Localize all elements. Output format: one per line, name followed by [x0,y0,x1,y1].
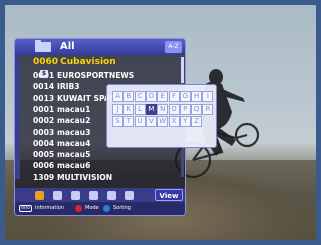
channel-number: 0001 [33,104,55,114]
key-a[interactable]: A [112,91,123,102]
key-e[interactable]: E [157,91,169,102]
channel-name: IRIB3 [57,82,80,92]
key-i[interactable]: I [202,91,214,102]
key-v[interactable]: V [145,116,157,127]
tv-folder-icon[interactable] [35,191,44,200]
channel-number: 0004 [33,138,55,148]
key-f[interactable]: F [168,91,180,102]
scrollbar-thumb[interactable] [181,57,184,83]
red-button-icon[interactable] [75,205,82,212]
channel-number: 0060 [33,57,59,67]
edit-icon[interactable] [89,191,98,200]
channel-number: 0003 [33,127,55,137]
info-bar: Info Information Mode Sorting [15,202,185,215]
lock-icon[interactable] [107,191,116,200]
key-j[interactable]: J [112,103,123,115]
channel-row[interactable]: $0001EUROSPORTNEWS [33,70,134,81]
key-b[interactable]: B [123,91,135,102]
key-p[interactable]: P [179,103,191,115]
channel-number: 0002 [33,116,55,126]
alphabet-keyboard: ABCDEFGHI JKLMNOPQR STUVWXYZ [106,84,217,148]
key-g[interactable]: G [179,91,191,102]
rename-icon[interactable] [125,191,134,200]
channel-row[interactable]: 1309 MULTIVISION [33,172,112,183]
channel-row[interactable]: 0002 macau2 [33,115,90,126]
channel-number: 0005 [33,150,55,160]
channel-name: macau1 [57,104,91,114]
scrambled-icon: $ [40,70,48,78]
key-c[interactable]: C [134,91,146,102]
move-icon[interactable] [71,191,80,200]
channel-number: 1309 [33,172,55,182]
group-title: All [60,41,75,52]
channel-name: macau3 [57,127,91,137]
key-m[interactable]: M [145,103,157,115]
channel-name: MULTIVISION [57,172,113,182]
folder-icon [35,40,51,52]
channel-name: macau6 [57,161,91,171]
key-q[interactable]: Q [191,103,203,115]
channel-row-selected[interactable]: 0060 Cubavision [33,57,116,68]
channel-row[interactable]: 0014 IRIB3 [33,81,80,92]
channel-row[interactable]: 0005 macau5 [33,149,90,160]
key-y[interactable]: Y [179,116,191,127]
panel-header: All A-Z [15,39,185,55]
key-d[interactable]: D [145,91,157,102]
channel-row[interactable]: 0006 macau6 [33,160,90,171]
trash-icon[interactable] [53,191,62,200]
blue-button-icon[interactable] [103,205,110,212]
action-toolbar: View [15,188,185,202]
channel-name: macau2 [57,116,91,126]
key-z[interactable]: Z [191,116,203,127]
key-n[interactable]: N [157,103,169,115]
channel-name: Cubavision [60,57,116,67]
key-l[interactable]: L [134,103,146,115]
channel-number: 0006 [33,161,55,171]
channel-name: macau4 [57,138,91,148]
key-t[interactable]: T [123,116,135,127]
key-r[interactable]: R [202,103,214,115]
list-left-bar [15,55,20,179]
sorting-label: Sorting [113,205,131,211]
key-k[interactable]: K [123,103,135,115]
info-button-icon[interactable]: Info [19,205,32,212]
key-h[interactable]: H [191,91,203,102]
channel-name: EUROSPORTNEWS [57,71,135,80]
key-s[interactable]: S [112,116,123,127]
view-button[interactable]: View [155,189,183,201]
key-x[interactable]: X [168,116,180,127]
channel-row[interactable]: 0004 macau4 [33,138,90,149]
information-label: Information [35,205,64,211]
key-u[interactable]: U [134,116,146,127]
channel-name: macau5 [57,150,91,160]
channel-number: 0014 [33,82,55,92]
key-w[interactable]: W [157,116,169,127]
key-o[interactable]: O [168,103,180,115]
mode-label: Mode [85,205,99,211]
channel-number: 0013 [33,93,55,103]
channel-row[interactable]: 0003 macau3 [33,127,90,138]
az-sort-button[interactable]: A-Z [165,41,182,53]
tv-screen: All A-Z 0060 Cubavision $0001EUROSPORTNE… [0,0,321,245]
channel-row[interactable]: 0001 macau1 [33,104,90,115]
